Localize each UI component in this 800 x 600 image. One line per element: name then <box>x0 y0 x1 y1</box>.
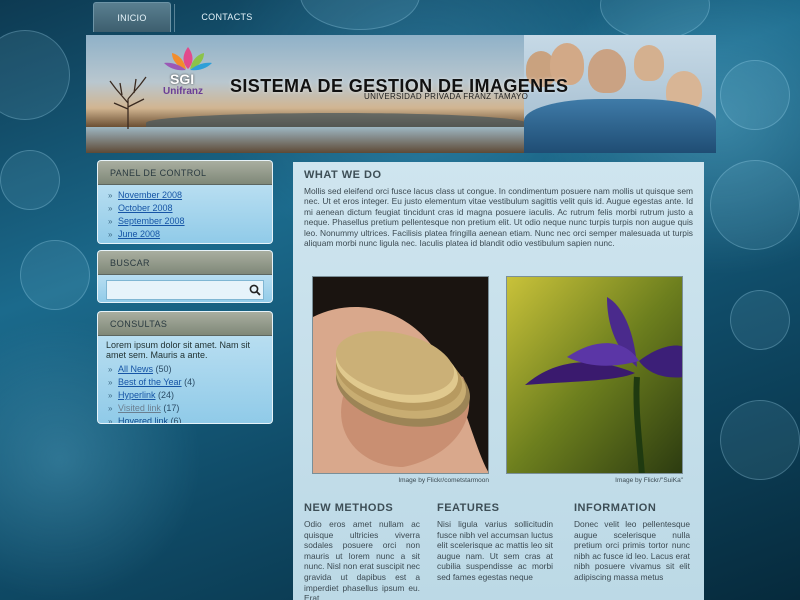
nav-item-inicio[interactable]: INICIO <box>93 2 171 32</box>
search-box: BUSCAR <box>97 250 273 303</box>
logo-sgi-text: SGI <box>170 71 195 87</box>
category-count: (17) <box>163 403 180 413</box>
category-link-hovered[interactable]: Hovered link <box>118 416 168 423</box>
column-features: FEATURES Nisi ligula varius sollicitudin… <box>437 502 553 583</box>
archive-link-june-2008[interactable]: June 2008 <box>118 229 160 239</box>
top-navigation: INICIO CONTACTS <box>0 0 800 34</box>
tree-icon <box>109 76 147 129</box>
archive-link-september-2008[interactable]: September 2008 <box>118 216 185 226</box>
category-link-hyperlink[interactable]: Hyperlink <box>118 390 156 400</box>
category-link-best-of-year[interactable]: Best of the Year <box>118 377 182 387</box>
person-shirt <box>524 99 716 153</box>
search-field-wrap <box>106 280 264 302</box>
list-item: November 2008 <box>106 189 264 202</box>
panel-control-body: November 2008 October 2008 September 200… <box>98 185 272 243</box>
consultas-body: Lorem ipsum dolor sit amet. Nam sit amet… <box>98 336 272 424</box>
list-item: Hovered link (6) <box>106 415 264 424</box>
search-box-title: BUSCAR <box>98 251 272 275</box>
column-text: Donec velit leo pellentesque augue scele… <box>574 519 690 582</box>
column-new-methods: NEW METHODS Odio eros amet nullam ac qui… <box>304 502 420 600</box>
background-bokeh <box>720 60 790 130</box>
photo-coins <box>312 276 489 474</box>
category-count: (50) <box>155 364 172 374</box>
main-content: WHAT WE DO Mollis sed eleifend orci fusc… <box>293 162 704 600</box>
list-item: September 2008 <box>106 215 264 228</box>
photo-iris <box>506 276 683 474</box>
list-item: Best of the Year (4) <box>106 376 264 389</box>
panel-control-box: PANEL DE CONTROL November 2008 October 2… <box>97 160 273 244</box>
category-link-visited[interactable]: Visited link <box>118 403 161 413</box>
category-count: (4) <box>184 377 196 387</box>
archive-list: November 2008 October 2008 September 200… <box>106 189 264 241</box>
column-heading: NEW METHODS <box>304 502 394 514</box>
consultas-box: CONSULTAS Lorem ipsum dolor sit amet. Na… <box>97 311 273 424</box>
panel-control-title: PANEL DE CONTROL <box>98 161 272 185</box>
header-banner: SGI Unifranz SISTEMA DE GESTION DE IMAGE… <box>86 35 716 153</box>
site-subtitle: UNIVERSIDAD PRIVADA FRANZ TAMAYO <box>364 92 529 101</box>
consultas-description: Lorem ipsum dolor sit amet. Nam sit amet… <box>106 340 251 360</box>
photo-caption: Image by Flickr/cometstarmoon <box>398 477 489 484</box>
background-bokeh <box>720 400 800 480</box>
background-bokeh <box>20 240 90 310</box>
background-bokeh <box>0 150 60 210</box>
column-text: Odio eros amet nullam ac quisque ultrici… <box>304 519 420 600</box>
nav-separator <box>174 4 175 32</box>
list-item: October 2008 <box>106 202 264 215</box>
search-icon[interactable] <box>248 283 262 297</box>
column-heading: FEATURES <box>437 502 500 514</box>
category-link-all-news[interactable]: All News <box>118 364 153 374</box>
list-item: Visited link (17) <box>106 402 264 415</box>
search-input[interactable] <box>106 280 264 300</box>
logo-org-text: Unifranz <box>163 86 203 97</box>
coins-image <box>313 277 488 473</box>
person-figure <box>588 49 626 93</box>
what-we-do-heading: WHAT WE DO <box>304 169 382 181</box>
list-item: All News (50) <box>106 363 264 376</box>
category-count: (6) <box>170 416 182 424</box>
archive-link-october-2008[interactable]: October 2008 <box>118 203 173 213</box>
nav-item-contacts[interactable]: CONTACTS <box>188 2 266 32</box>
person-figure <box>634 45 664 81</box>
archive-link-november-2008[interactable]: November 2008 <box>118 190 182 200</box>
what-we-do-paragraph: Mollis sed eleifend orci fusce lacus cla… <box>304 186 693 249</box>
background-bokeh <box>730 290 790 350</box>
background-bokeh <box>0 30 70 120</box>
column-information: INFORMATION Donec velit leo pellentesque… <box>574 502 690 583</box>
list-item: Hyperlink (24) <box>106 389 264 402</box>
list-item: June 2008 <box>106 228 264 241</box>
photo-caption: Image by Flickr/"SuiKa" <box>615 477 683 484</box>
background-bokeh <box>710 160 800 250</box>
column-heading: INFORMATION <box>574 502 657 514</box>
iris-flower-image <box>507 277 682 473</box>
consultas-title: CONSULTAS <box>98 312 272 336</box>
category-list: All News (50) Best of the Year (4) Hyper… <box>106 363 264 424</box>
column-text: Nisi ligula varius sollicitudin fusce ni… <box>437 519 553 582</box>
banner-lake <box>86 127 526 153</box>
category-count: (24) <box>158 390 175 400</box>
search-box-body <box>98 275 272 302</box>
